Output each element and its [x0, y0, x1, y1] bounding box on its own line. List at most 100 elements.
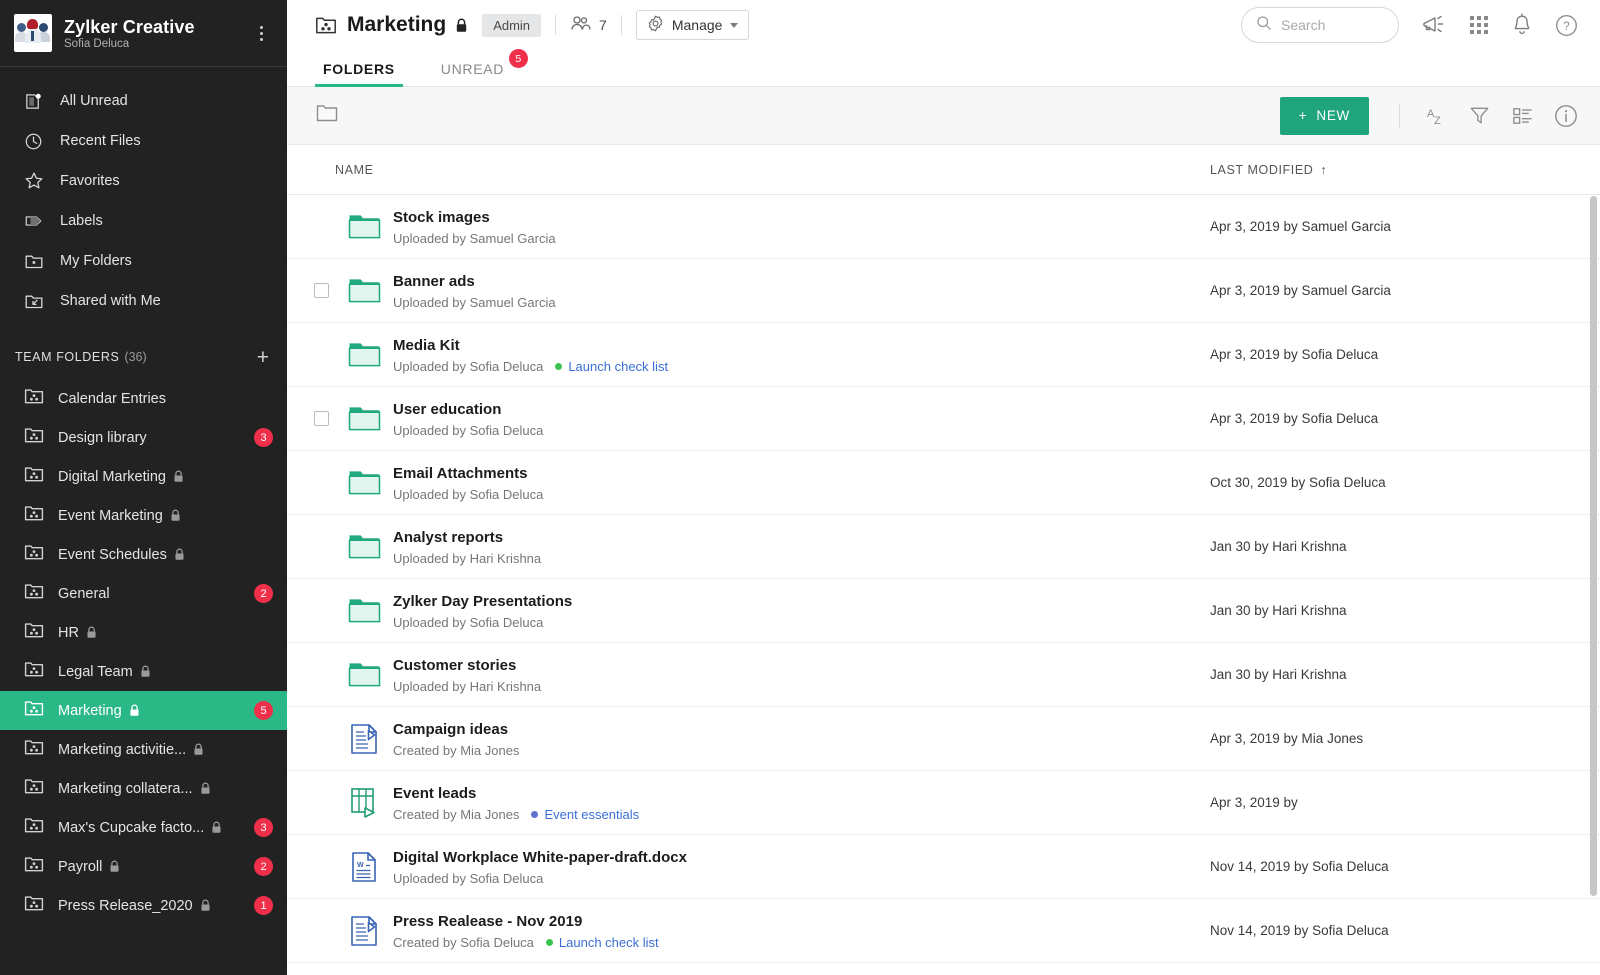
- action-bar: + NEW AZ: [287, 87, 1600, 145]
- sidebar-folder-item[interactable]: Design library 3: [0, 418, 287, 457]
- row-subtitle: Created by Mia Jones Event essentials: [393, 807, 1210, 822]
- table-row[interactable]: Analyst reports Uploaded by Hari Krishna J…: [287, 515, 1600, 579]
- sidebar-folder-item[interactable]: Legal Team: [0, 652, 287, 691]
- sort-az-icon[interactable]: AZ: [1424, 104, 1448, 128]
- column-header-last-modified-label: LAST MODIFIED: [1210, 162, 1314, 177]
- tab-folders[interactable]: FOLDERS: [315, 61, 403, 87]
- tab-bar: FOLDERS UNREAD 5: [287, 49, 1600, 87]
- sidebar-folder-item[interactable]: Event Schedules: [0, 535, 287, 574]
- folder-icon: [335, 340, 393, 369]
- search-box[interactable]: [1241, 7, 1399, 43]
- writer-doc-icon: [335, 723, 393, 755]
- sidebar-item-labels[interactable]: Labels: [0, 201, 287, 241]
- sidebar-item-shared-with-me[interactable]: Shared with Me: [0, 281, 287, 321]
- search-input[interactable]: [1281, 17, 1384, 33]
- sidebar-folder-item[interactable]: Marketing activitie...: [0, 730, 287, 769]
- sidebar-folder-item[interactable]: HR: [0, 613, 287, 652]
- row-checkbox-cell: [307, 411, 335, 426]
- manage-button[interactable]: Manage: [635, 10, 750, 40]
- sidebar-folder-item[interactable]: Calendar Entries: [0, 379, 287, 418]
- row-name: Email Attachments: [393, 464, 528, 482]
- table-row[interactable]: Campaign ideas Created by Mia Jones Apr 3,…: [287, 707, 1600, 771]
- info-circle-icon[interactable]: [1554, 104, 1578, 128]
- sidebar-folder-item[interactable]: Event Marketing: [0, 496, 287, 535]
- folder-icon: [335, 532, 393, 561]
- sidebar-folder-label: Max's Cupcake facto...: [58, 819, 205, 836]
- folder-icon: [335, 660, 393, 689]
- row-name-cell: Email Attachments Uploaded by Sofia Deluc…: [393, 464, 1210, 502]
- new-button[interactable]: + NEW: [1279, 96, 1369, 135]
- table-row[interactable]: Customer stories Uploaded by Hari Krishna…: [287, 643, 1600, 707]
- folder-icon: [335, 276, 393, 305]
- team-folder-icon: [24, 777, 44, 801]
- kebab-menu-icon[interactable]: [251, 25, 271, 41]
- row-name-cell: Analyst reports Uploaded by Hari Krishna: [393, 528, 1210, 566]
- filter-funnel-icon[interactable]: [1468, 104, 1491, 127]
- table-row[interactable]: Stock images Uploaded by Samuel Garcia Apr…: [287, 195, 1600, 259]
- new-button-label: NEW: [1316, 108, 1350, 123]
- sidebar-folder-item[interactable]: Press Release_2020 1: [0, 886, 287, 925]
- view-list-icon[interactable]: [1511, 104, 1534, 127]
- table-row[interactable]: Email Attachments Uploaded by Sofia Deluc…: [287, 451, 1600, 515]
- team-folder-icon: [24, 816, 44, 840]
- sidebar-item-label: Shared with Me: [60, 293, 161, 309]
- team-folders-count: (36): [124, 350, 147, 364]
- row-tag-link[interactable]: Launch check list: [559, 935, 659, 950]
- sidebar-folder-label: HR: [58, 624, 79, 641]
- lock-icon: [86, 626, 97, 639]
- lock-icon: [129, 704, 140, 717]
- sidebar-folder-item[interactable]: Marketing collatera...: [0, 769, 287, 808]
- tab-badge: 5: [509, 49, 529, 68]
- table-row[interactable]: Banner ads Uploaded by Samuel Garcia Apr 3…: [287, 259, 1600, 323]
- row-name-cell: User education Uploaded by Sofia Deluca: [393, 400, 1210, 438]
- unread-badge: 5: [254, 701, 273, 720]
- row-last-modified: Nov 14, 2019 by Sofia Deluca: [1210, 923, 1389, 938]
- sidebar-folder-item[interactable]: Marketing 5: [0, 691, 287, 730]
- row-checkbox[interactable]: [313, 411, 329, 426]
- tab-unread[interactable]: UNREAD 5: [433, 49, 529, 86]
- row-tag-link[interactable]: Launch check list: [568, 359, 668, 374]
- sidebar-folder-item[interactable]: Max's Cupcake facto... 3: [0, 808, 287, 847]
- team-folder-icon: [24, 738, 44, 762]
- row-tag-link[interactable]: Event essentials: [544, 807, 639, 822]
- row-uploader: Uploaded by Samuel Garcia: [393, 294, 556, 310]
- row-checkbox[interactable]: [313, 283, 329, 298]
- table-row[interactable]: Press Realease - Nov 2019 Created by Sofi…: [287, 899, 1600, 963]
- plus-icon[interactable]: +: [257, 347, 269, 368]
- help-question-icon[interactable]: ?: [1555, 14, 1578, 37]
- members-count: 7: [599, 17, 607, 33]
- row-name: Digital Workplace White-paper-draft.docx: [393, 848, 687, 866]
- announcement-megaphone-icon[interactable]: [1421, 13, 1447, 37]
- sidebar-item-label: Favorites: [60, 173, 120, 189]
- current-user-name: Sofia Deluca: [64, 37, 130, 50]
- table-row[interactable]: User education Uploaded by Sofia Deluca Ap…: [287, 387, 1600, 451]
- notification-bell-icon[interactable]: [1511, 13, 1533, 37]
- column-header-name[interactable]: NAME: [335, 163, 1210, 177]
- sidebar: Zylker Creative Sofia Deluca All Unread …: [0, 0, 287, 975]
- apps-grid-icon[interactable]: [1469, 15, 1489, 35]
- sidebar-item-favorites[interactable]: Favorites: [0, 161, 287, 201]
- sidebar-folder-item[interactable]: Digital Marketing: [0, 457, 287, 496]
- table-row[interactable]: Zylker Day Presentations Uploaded by Sofi…: [287, 579, 1600, 643]
- row-uploader: Created by Mia Jones: [393, 742, 520, 758]
- sidebar-folder-item[interactable]: General 2: [0, 574, 287, 613]
- vertical-scrollbar[interactable]: [1590, 196, 1597, 896]
- row-last-modified: Apr 3, 2019 by Sofia Deluca: [1210, 411, 1379, 426]
- sidebar-item-all-unread[interactable]: All Unread: [0, 81, 287, 121]
- table-row[interactable]: Event leads Created by Mia Jones Event ess…: [287, 771, 1600, 835]
- sidebar-item-recent-files[interactable]: Recent Files: [0, 121, 287, 161]
- sidebar-folder-label: Event Marketing: [58, 507, 163, 524]
- team-folder-icon: [24, 543, 44, 567]
- row-name-cell: Banner ads Uploaded by Samuel Garcia: [393, 272, 1210, 310]
- tag-dot-icon: [555, 362, 563, 370]
- table-row[interactable]: W Digital Workplace White-paper-draft.doc…: [287, 835, 1600, 899]
- team-folder-icon: [24, 504, 44, 528]
- sidebar-item-my-folders[interactable]: My Folders: [0, 241, 287, 281]
- lock-icon: [140, 665, 151, 678]
- column-header-last-modified[interactable]: LAST MODIFIED ↑: [1210, 163, 1600, 177]
- sidebar-folder-item[interactable]: Payroll 2: [0, 847, 287, 886]
- lock-icon: [109, 860, 120, 873]
- members-count-wrap[interactable]: 7: [570, 15, 607, 35]
- table-row[interactable]: Media Kit Uploaded by Sofia Deluca Launch …: [287, 323, 1600, 387]
- folder-outline-icon[interactable]: [315, 102, 339, 129]
